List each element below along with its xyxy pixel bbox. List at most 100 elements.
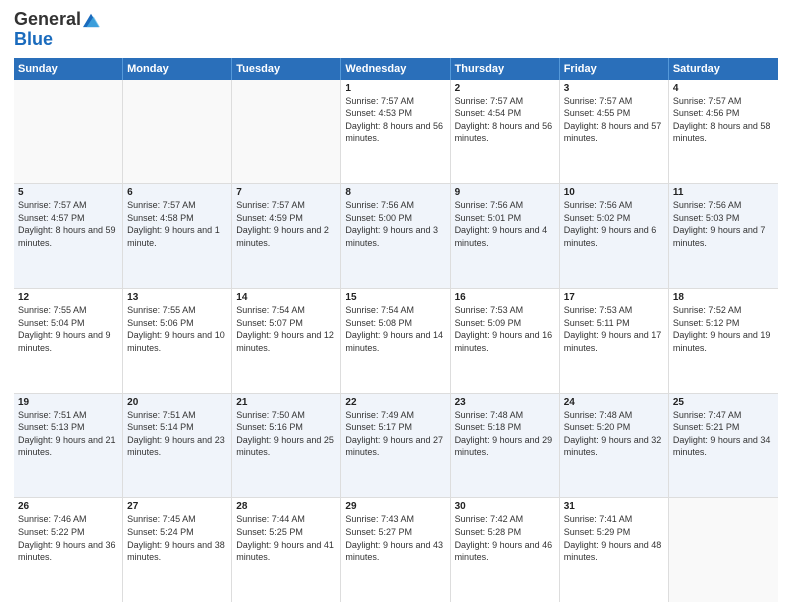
cal-cell-day: 14Sunrise: 7:54 AMSunset: 5:07 PMDayligh…: [232, 289, 341, 393]
cal-cell-empty: [14, 80, 123, 184]
cal-header-cell: Tuesday: [232, 58, 341, 80]
day-number: 17: [564, 292, 664, 303]
day-info: Sunrise: 7:54 AMSunset: 5:07 PMDaylight:…: [236, 304, 336, 354]
cal-cell-day: 5Sunrise: 7:57 AMSunset: 4:57 PMDaylight…: [14, 184, 123, 288]
day-info: Sunrise: 7:56 AMSunset: 5:03 PMDaylight:…: [673, 199, 774, 249]
day-info: Sunrise: 7:56 AMSunset: 5:02 PMDaylight:…: [564, 199, 664, 249]
day-number: 18: [673, 292, 774, 303]
day-number: 28: [236, 501, 336, 512]
day-info: Sunrise: 7:57 AMSunset: 4:55 PMDaylight:…: [564, 95, 664, 145]
day-info: Sunrise: 7:55 AMSunset: 5:04 PMDaylight:…: [18, 304, 118, 354]
cal-cell-empty: [123, 80, 232, 184]
day-info: Sunrise: 7:48 AMSunset: 5:20 PMDaylight:…: [564, 409, 664, 459]
day-number: 13: [127, 292, 227, 303]
cal-cell-day: 27Sunrise: 7:45 AMSunset: 5:24 PMDayligh…: [123, 498, 232, 602]
day-info: Sunrise: 7:53 AMSunset: 5:09 PMDaylight:…: [455, 304, 555, 354]
day-info: Sunrise: 7:52 AMSunset: 5:12 PMDaylight:…: [673, 304, 774, 354]
day-number: 2: [455, 83, 555, 94]
day-info: Sunrise: 7:57 AMSunset: 4:59 PMDaylight:…: [236, 199, 336, 249]
calendar-row: 19Sunrise: 7:51 AMSunset: 5:13 PMDayligh…: [14, 394, 778, 499]
cal-cell-day: 24Sunrise: 7:48 AMSunset: 5:20 PMDayligh…: [560, 394, 669, 498]
day-info: Sunrise: 7:44 AMSunset: 5:25 PMDaylight:…: [236, 513, 336, 563]
calendar: SundayMondayTuesdayWednesdayThursdayFrid…: [14, 58, 778, 602]
cal-cell-day: 2Sunrise: 7:57 AMSunset: 4:54 PMDaylight…: [451, 80, 560, 184]
day-info: Sunrise: 7:56 AMSunset: 5:01 PMDaylight:…: [455, 199, 555, 249]
day-info: Sunrise: 7:41 AMSunset: 5:29 PMDaylight:…: [564, 513, 664, 563]
day-info: Sunrise: 7:54 AMSunset: 5:08 PMDaylight:…: [345, 304, 445, 354]
day-number: 11: [673, 187, 774, 198]
cal-cell-day: 9Sunrise: 7:56 AMSunset: 5:01 PMDaylight…: [451, 184, 560, 288]
cal-header-cell: Thursday: [451, 58, 560, 80]
day-info: Sunrise: 7:48 AMSunset: 5:18 PMDaylight:…: [455, 409, 555, 459]
day-info: Sunrise: 7:45 AMSunset: 5:24 PMDaylight:…: [127, 513, 227, 563]
cal-cell-day: 6Sunrise: 7:57 AMSunset: 4:58 PMDaylight…: [123, 184, 232, 288]
cal-cell-day: 12Sunrise: 7:55 AMSunset: 5:04 PMDayligh…: [14, 289, 123, 393]
cal-cell-day: 10Sunrise: 7:56 AMSunset: 5:02 PMDayligh…: [560, 184, 669, 288]
day-info: Sunrise: 7:57 AMSunset: 4:54 PMDaylight:…: [455, 95, 555, 145]
cal-cell-day: 20Sunrise: 7:51 AMSunset: 5:14 PMDayligh…: [123, 394, 232, 498]
cal-cell-day: 23Sunrise: 7:48 AMSunset: 5:18 PMDayligh…: [451, 394, 560, 498]
day-info: Sunrise: 7:57 AMSunset: 4:57 PMDaylight:…: [18, 199, 118, 249]
day-info: Sunrise: 7:56 AMSunset: 5:00 PMDaylight:…: [345, 199, 445, 249]
day-number: 8: [345, 187, 445, 198]
cal-header-cell: Monday: [123, 58, 232, 80]
calendar-body: 1Sunrise: 7:57 AMSunset: 4:53 PMDaylight…: [14, 80, 778, 602]
calendar-header: SundayMondayTuesdayWednesdayThursdayFrid…: [14, 58, 778, 80]
cal-header-cell: Sunday: [14, 58, 123, 80]
day-number: 21: [236, 397, 336, 408]
day-info: Sunrise: 7:53 AMSunset: 5:11 PMDaylight:…: [564, 304, 664, 354]
day-info: Sunrise: 7:57 AMSunset: 4:53 PMDaylight:…: [345, 95, 445, 145]
calendar-row: 12Sunrise: 7:55 AMSunset: 5:04 PMDayligh…: [14, 289, 778, 394]
cal-cell-day: 18Sunrise: 7:52 AMSunset: 5:12 PMDayligh…: [669, 289, 778, 393]
day-number: 26: [18, 501, 118, 512]
cal-header-cell: Saturday: [669, 58, 778, 80]
cal-cell-day: 19Sunrise: 7:51 AMSunset: 5:13 PMDayligh…: [14, 394, 123, 498]
day-number: 9: [455, 187, 555, 198]
cal-header-cell: Friday: [560, 58, 669, 80]
cal-cell-day: 29Sunrise: 7:43 AMSunset: 5:27 PMDayligh…: [341, 498, 450, 602]
day-number: 29: [345, 501, 445, 512]
day-number: 15: [345, 292, 445, 303]
day-info: Sunrise: 7:55 AMSunset: 5:06 PMDaylight:…: [127, 304, 227, 354]
day-number: 19: [18, 397, 118, 408]
cal-cell-day: 28Sunrise: 7:44 AMSunset: 5:25 PMDayligh…: [232, 498, 341, 602]
day-number: 27: [127, 501, 227, 512]
calendar-row: 26Sunrise: 7:46 AMSunset: 5:22 PMDayligh…: [14, 498, 778, 602]
cal-cell-day: 7Sunrise: 7:57 AMSunset: 4:59 PMDaylight…: [232, 184, 341, 288]
day-number: 4: [673, 83, 774, 94]
day-number: 5: [18, 187, 118, 198]
cal-cell-day: 3Sunrise: 7:57 AMSunset: 4:55 PMDaylight…: [560, 80, 669, 184]
day-info: Sunrise: 7:49 AMSunset: 5:17 PMDaylight:…: [345, 409, 445, 459]
day-number: 3: [564, 83, 664, 94]
cal-cell-day: 22Sunrise: 7:49 AMSunset: 5:17 PMDayligh…: [341, 394, 450, 498]
header: GeneralBlue: [14, 10, 778, 50]
cal-cell-day: 26Sunrise: 7:46 AMSunset: 5:22 PMDayligh…: [14, 498, 123, 602]
logo: GeneralBlue: [14, 10, 100, 50]
logo-general: General: [14, 10, 81, 30]
day-number: 12: [18, 292, 118, 303]
day-number: 7: [236, 187, 336, 198]
page-container: GeneralBlue SundayMondayTuesdayWednesday…: [0, 0, 792, 612]
day-number: 16: [455, 292, 555, 303]
cal-cell-day: 15Sunrise: 7:54 AMSunset: 5:08 PMDayligh…: [341, 289, 450, 393]
cal-cell-day: 13Sunrise: 7:55 AMSunset: 5:06 PMDayligh…: [123, 289, 232, 393]
day-info: Sunrise: 7:47 AMSunset: 5:21 PMDaylight:…: [673, 409, 774, 459]
cal-cell-day: 4Sunrise: 7:57 AMSunset: 4:56 PMDaylight…: [669, 80, 778, 184]
cal-cell-day: 1Sunrise: 7:57 AMSunset: 4:53 PMDaylight…: [341, 80, 450, 184]
day-number: 25: [673, 397, 774, 408]
day-number: 14: [236, 292, 336, 303]
day-info: Sunrise: 7:57 AMSunset: 4:58 PMDaylight:…: [127, 199, 227, 249]
day-info: Sunrise: 7:50 AMSunset: 5:16 PMDaylight:…: [236, 409, 336, 459]
cal-cell-empty: [232, 80, 341, 184]
cal-cell-day: 25Sunrise: 7:47 AMSunset: 5:21 PMDayligh…: [669, 394, 778, 498]
day-info: Sunrise: 7:42 AMSunset: 5:28 PMDaylight:…: [455, 513, 555, 563]
day-number: 10: [564, 187, 664, 198]
day-number: 30: [455, 501, 555, 512]
day-info: Sunrise: 7:51 AMSunset: 5:14 PMDaylight:…: [127, 409, 227, 459]
cal-cell-day: 11Sunrise: 7:56 AMSunset: 5:03 PMDayligh…: [669, 184, 778, 288]
logo-icon: [82, 12, 100, 28]
day-info: Sunrise: 7:46 AMSunset: 5:22 PMDaylight:…: [18, 513, 118, 563]
day-number: 31: [564, 501, 664, 512]
day-info: Sunrise: 7:51 AMSunset: 5:13 PMDaylight:…: [18, 409, 118, 459]
day-info: Sunrise: 7:43 AMSunset: 5:27 PMDaylight:…: [345, 513, 445, 563]
